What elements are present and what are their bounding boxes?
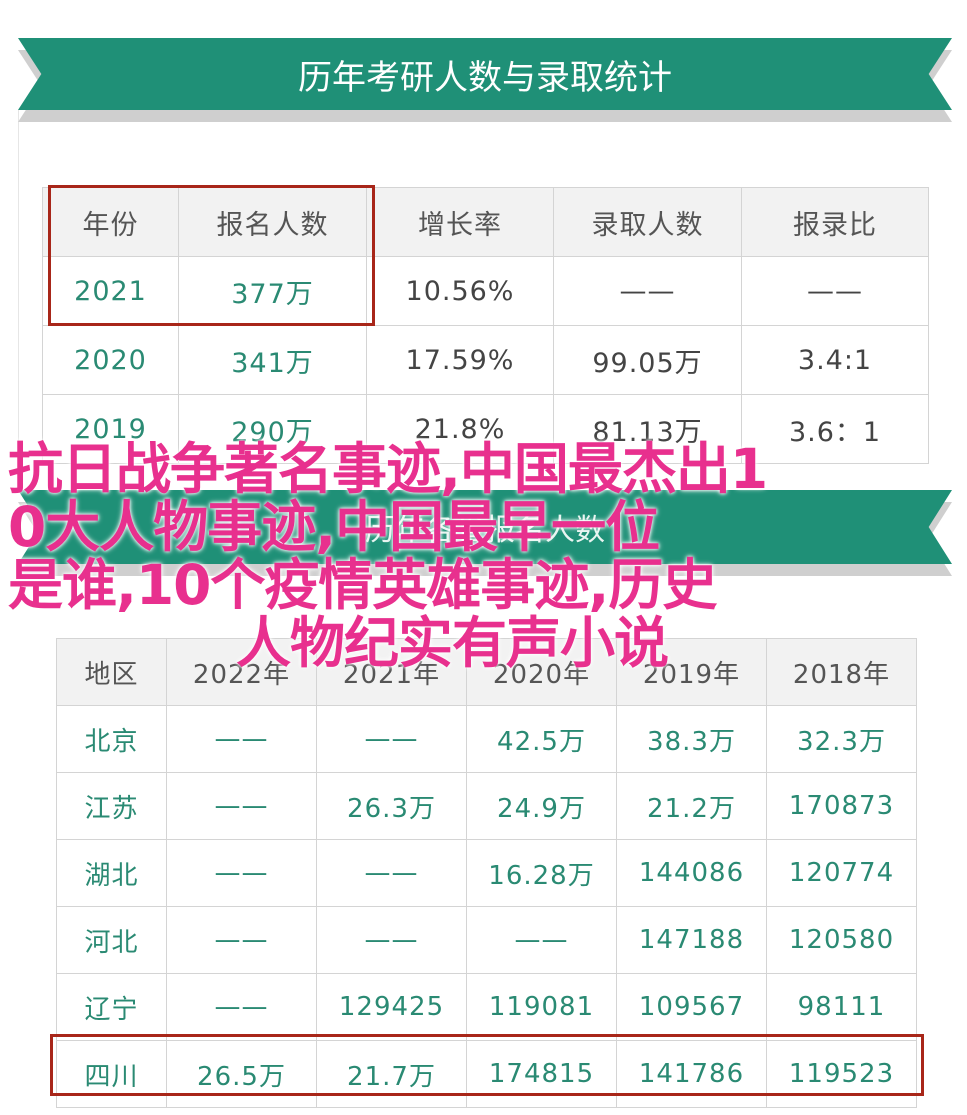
overlay-line: 0大人物事迹,中国最早一位 <box>8 495 660 559</box>
cell-value: 42.5万 <box>466 705 617 773</box>
cell-year: 2021 <box>42 256 179 326</box>
cell-applicants: 341万 <box>178 325 367 395</box>
cell-value: 119081 <box>466 973 617 1041</box>
cell-value: 26.5万 <box>166 1040 317 1108</box>
cell-growth: 10.56% <box>366 256 554 326</box>
cell-value: —— <box>316 839 467 907</box>
cell-value: 21.7万 <box>316 1040 467 1108</box>
cell-value: 129425 <box>316 973 467 1041</box>
left-border-line <box>18 110 19 490</box>
table-row: 2021 377万 10.56% —— —— <box>42 256 929 326</box>
cell-value: —— <box>166 772 317 840</box>
cell-value: 147188 <box>616 906 767 974</box>
table-row: 四川 26.5万 21.7万 174815 141786 119523 <box>56 1040 917 1108</box>
cell-value: 21.2万 <box>616 772 767 840</box>
cell-value: 26.3万 <box>316 772 467 840</box>
cell-growth: 17.59% <box>366 325 554 395</box>
exam-stats-table: 年份 报名人数 增长率 录取人数 报录比 2021 377万 10.56% ——… <box>42 187 929 464</box>
header-year: 年份 <box>42 187 179 257</box>
overlay-line: 抗日战争著名事迹,中国最杰出1 <box>8 437 768 501</box>
cell-value: —— <box>316 906 467 974</box>
cell-region: 四川 <box>56 1040 167 1108</box>
cell-year: 2020 <box>42 325 179 395</box>
cell-admitted: —— <box>553 256 742 326</box>
cell-value: —— <box>166 906 317 974</box>
overlay-line: 是谁,10个疫情英雄事迹,历史 <box>8 553 717 617</box>
cell-region: 江苏 <box>56 772 167 840</box>
cell-applicants: 377万 <box>178 256 367 326</box>
cell-value: 119523 <box>766 1040 917 1108</box>
cell-value: —— <box>166 973 317 1041</box>
cell-ratio: 3.4:1 <box>741 325 929 395</box>
banner-title-text: 历年考研人数与录取统计 <box>298 57 672 98</box>
cell-admitted: 99.05万 <box>553 325 742 395</box>
cell-value: —— <box>316 705 467 773</box>
table-row: 辽宁 —— 129425 119081 109567 98111 <box>56 973 917 1041</box>
cell-value: 120580 <box>766 906 917 974</box>
cell-region: 辽宁 <box>56 973 167 1041</box>
cell-region: 湖北 <box>56 839 167 907</box>
overlay-line: 人物纪实有声小说 <box>236 611 669 675</box>
table-row: 河北 —— —— —— 147188 120580 <box>56 906 917 974</box>
cell-value: 170873 <box>766 772 917 840</box>
cell-region: 河北 <box>56 906 167 974</box>
cell-value: 109567 <box>616 973 767 1041</box>
cell-value: —— <box>466 906 617 974</box>
table-row: 江苏 —— 26.3万 24.9万 21.2万 170873 <box>56 772 917 840</box>
overlay-headline: 抗日战争著名事迹,中国最杰出1 0大人物事迹,中国最早一位 是谁,10个疫情英雄… <box>8 440 938 672</box>
cell-value: 32.3万 <box>766 705 917 773</box>
cell-region: 北京 <box>56 705 167 773</box>
table-row: 2020 341万 17.59% 99.05万 3.4:1 <box>42 325 929 395</box>
cell-value: 141786 <box>616 1040 767 1108</box>
table-row: 湖北 —— —— 16.28万 144086 120774 <box>56 839 917 907</box>
table-header-row: 年份 报名人数 增长率 录取人数 报录比 <box>42 187 929 257</box>
cell-value: 16.28万 <box>466 839 617 907</box>
province-applicants-table: 地区 2022年 2021年 2020年 2019年 2018年 北京 —— —… <box>56 638 917 1108</box>
cell-value: 24.9万 <box>466 772 617 840</box>
cell-value: 174815 <box>466 1040 617 1108</box>
cell-value: 38.3万 <box>616 705 767 773</box>
cell-value: —— <box>166 705 317 773</box>
cell-ratio: —— <box>741 256 929 326</box>
header-ratio: 报录比 <box>741 187 929 257</box>
header-growth: 增长率 <box>366 187 554 257</box>
banner-title-exam-stats: 历年考研人数与录取统计 <box>18 38 952 110</box>
cell-value: 120774 <box>766 839 917 907</box>
cell-value: —— <box>166 839 317 907</box>
cell-value: 98111 <box>766 973 917 1041</box>
table-row: 北京 —— —— 42.5万 38.3万 32.3万 <box>56 705 917 773</box>
header-admitted: 录取人数 <box>553 187 742 257</box>
header-applicants: 报名人数 <box>178 187 367 257</box>
cell-value: 144086 <box>616 839 767 907</box>
